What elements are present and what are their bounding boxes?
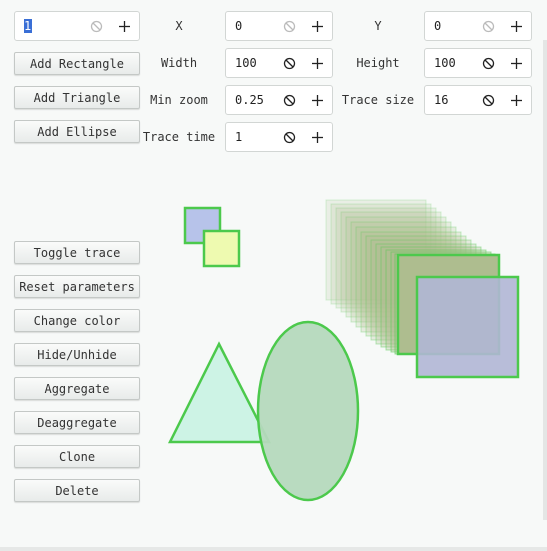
rectangle-blue-small[interactable] xyxy=(183,206,222,245)
clear-icon[interactable] xyxy=(280,12,298,40)
y-input[interactable] xyxy=(434,19,482,33)
rectangle-trace xyxy=(325,199,496,355)
plus-icon[interactable] xyxy=(308,49,326,77)
name-input[interactable] xyxy=(24,19,32,33)
height-input[interactable] xyxy=(434,56,482,70)
trace-time-input[interactable] xyxy=(235,130,283,144)
x-input[interactable] xyxy=(235,19,283,33)
plus-icon[interactable] xyxy=(308,12,326,40)
x-label: X xyxy=(175,19,183,33)
plus-icon[interactable] xyxy=(507,12,525,40)
trace-size-label: Trace size xyxy=(341,93,415,107)
width-input[interactable] xyxy=(235,56,283,70)
clear-icon[interactable] xyxy=(479,49,497,77)
deaggregate-button[interactable]: Deaggregate xyxy=(14,411,140,434)
y-spinner[interactable] xyxy=(424,11,532,41)
clone-button[interactable]: Clone xyxy=(14,445,140,468)
rectangle-yellow-small[interactable] xyxy=(202,229,241,268)
clear-icon[interactable] xyxy=(280,86,298,114)
width-label: Width xyxy=(160,56,198,70)
x-spinner[interactable] xyxy=(225,11,333,41)
rectangle-olive[interactable] xyxy=(396,253,501,356)
height-spinner[interactable] xyxy=(424,48,532,78)
triangle-shape[interactable] xyxy=(167,341,272,444)
plus-icon[interactable] xyxy=(507,49,525,77)
clear-icon[interactable] xyxy=(280,123,298,151)
height-label: Height xyxy=(356,56,400,70)
trace-time-spinner[interactable] xyxy=(225,122,333,152)
trace-time-label: Trace time xyxy=(142,130,216,144)
ellipse-shape[interactable] xyxy=(256,320,360,502)
vertical-scrollbar[interactable] xyxy=(543,40,547,520)
delete-button[interactable]: Delete xyxy=(14,479,140,502)
add-ellipse-button[interactable]: Add Ellipse xyxy=(14,120,140,143)
horizontal-scrollbar[interactable] xyxy=(0,547,547,551)
name-spinner[interactable] xyxy=(14,11,140,41)
reset-parameters-button[interactable]: Reset parameters xyxy=(14,275,140,298)
plus-icon[interactable] xyxy=(308,86,326,114)
change-color-button[interactable]: Change color xyxy=(14,309,140,332)
plus-icon[interactable] xyxy=(507,86,525,114)
min-zoom-input[interactable] xyxy=(235,93,283,107)
min-zoom-label: Min zoom xyxy=(150,93,208,107)
plus-icon[interactable] xyxy=(308,123,326,151)
y-label: Y xyxy=(374,19,382,33)
add-rectangle-button[interactable]: Add Rectangle xyxy=(14,52,140,75)
rectangle-lavender[interactable] xyxy=(415,275,520,379)
trace-size-input[interactable] xyxy=(434,93,482,107)
add-triangle-button[interactable]: Add Triangle xyxy=(14,86,140,109)
toggle-trace-button[interactable]: Toggle trace xyxy=(14,241,140,264)
aggregate-button[interactable]: Aggregate xyxy=(14,377,140,400)
plus-icon[interactable] xyxy=(115,12,133,40)
clear-icon[interactable] xyxy=(280,49,298,77)
clear-icon[interactable] xyxy=(479,12,497,40)
hide-unhide-button[interactable]: Hide/Unhide xyxy=(14,343,140,366)
min-zoom-spinner[interactable] xyxy=(225,85,333,115)
trace-size-spinner[interactable] xyxy=(424,85,532,115)
width-spinner[interactable] xyxy=(225,48,333,78)
clear-icon[interactable] xyxy=(87,12,105,40)
clear-icon[interactable] xyxy=(479,86,497,114)
